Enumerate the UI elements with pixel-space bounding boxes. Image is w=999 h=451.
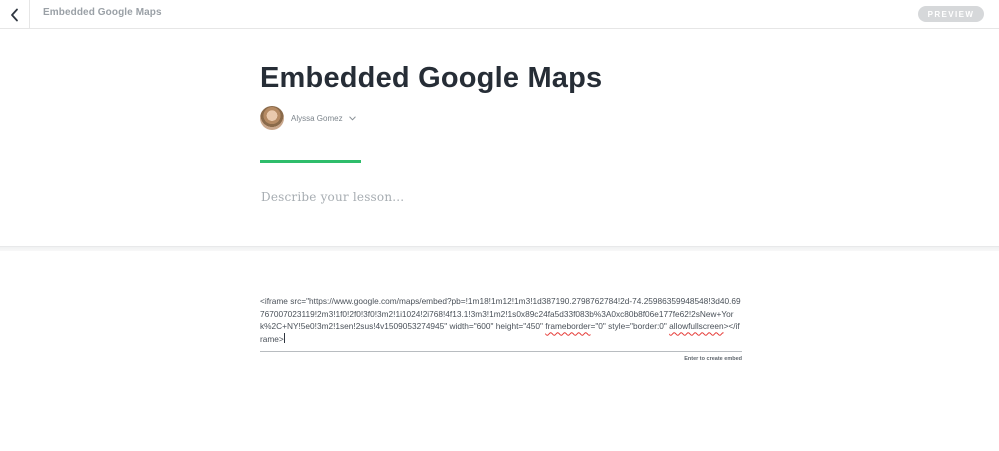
embed-hint: Enter to create embed	[684, 356, 742, 362]
section-divider	[0, 246, 999, 251]
document-title: Embedded Google Maps	[43, 7, 162, 18]
page-title[interactable]: Embedded Google Maps	[260, 62, 602, 95]
lesson-header: Embedded Google Maps Alyssa Gomez Descri…	[0, 30, 999, 246]
chevron-down-icon	[348, 116, 356, 121]
back-button[interactable]	[0, 0, 30, 29]
top-toolbar: Embedded Google Maps PREVIEW	[0, 0, 999, 29]
title-accent-bar	[260, 160, 361, 163]
embed-code-text: ="0" style="border:0"	[590, 321, 670, 332]
avatar	[260, 106, 284, 130]
author-name: Alyssa Gomez	[291, 113, 343, 123]
lesson-description-input[interactable]: Describe your lesson...	[261, 190, 404, 204]
embed-code-misspelled-word: allowfullscreen	[669, 321, 724, 332]
embed-code-misspelled-word: frameborder	[545, 321, 591, 332]
author-selector[interactable]: Alyssa Gomez	[260, 106, 356, 130]
embed-block: <iframe src="https://www.google.com/maps…	[260, 295, 742, 362]
embed-code-input[interactable]: <iframe src="https://www.google.com/maps…	[260, 295, 742, 352]
chevron-left-icon	[10, 8, 18, 21]
preview-button[interactable]: PREVIEW	[918, 6, 984, 22]
text-caret	[283, 333, 285, 344]
